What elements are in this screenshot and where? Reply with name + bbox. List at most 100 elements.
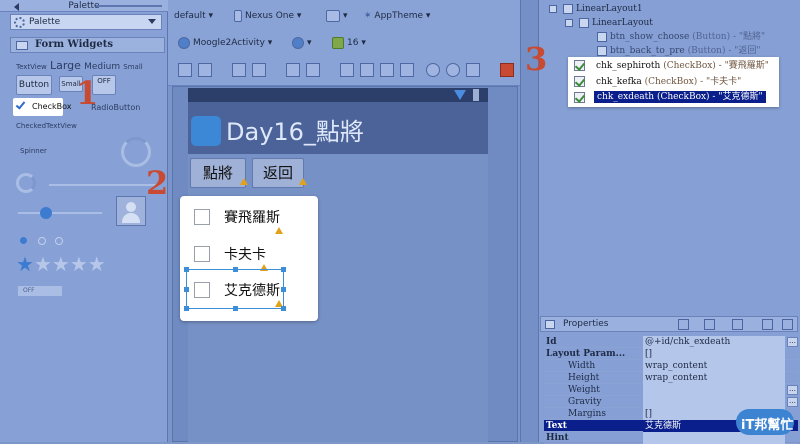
property-name: Width xyxy=(568,361,596,371)
ellipsis-button[interactable]: … xyxy=(787,385,798,395)
expand-all-icon[interactable] xyxy=(762,319,773,330)
resize-handle[interactable] xyxy=(184,267,189,272)
zoom-fit-icon[interactable] xyxy=(466,63,480,77)
palette-grip-icon[interactable] xyxy=(96,5,162,7)
warning-icon xyxy=(240,178,248,185)
resize-handle[interactable] xyxy=(281,267,286,272)
api-level-dropdown[interactable]: 16 ▾ xyxy=(332,36,366,50)
progress-large-icon[interactable] xyxy=(121,137,151,167)
palette-collapse-icon[interactable] xyxy=(14,3,19,11)
resize-handle[interactable] xyxy=(281,287,286,292)
back-button[interactable]: 返回 xyxy=(252,158,304,188)
resize-handle[interactable] xyxy=(184,306,189,311)
outline-item-chk-kefka[interactable]: chk_kefka (CheckBox) - "卡夫卡" xyxy=(596,76,741,88)
activity-dropdown[interactable]: Moogle2Activity ▾ xyxy=(178,36,272,50)
outline-item-chk-exdeath[interactable]: chk_exdeath (CheckBox) - "艾克德斯" xyxy=(594,91,766,103)
progress-small-icon[interactable] xyxy=(16,173,36,193)
radio-empty-icon[interactable] xyxy=(38,237,46,245)
theme-dropdown[interactable]: ✶ AppTheme ▾ xyxy=(364,9,430,23)
resize-handle[interactable] xyxy=(184,287,189,292)
outline-panel: LinearLayout1 LinearLayout btn_show_choo… xyxy=(525,0,800,312)
star-empty-icon: ★ xyxy=(87,252,106,276)
chevron-down-icon[interactable] xyxy=(148,19,156,24)
outline-item-btn-show-choose[interactable]: btn_show_choose (Button) - "點將" xyxy=(597,31,765,43)
distribute-icon[interactable] xyxy=(340,63,354,77)
android-icon xyxy=(332,36,344,49)
device-dropdown[interactable]: Nexus One ▾ xyxy=(234,9,301,23)
ratingbar[interactable]: ★★★★★ xyxy=(16,253,106,275)
sort-az-icon[interactable] xyxy=(704,319,715,330)
property-row-id[interactable]: Id @+id/chk_exdeath … xyxy=(544,336,798,348)
radio-empty-icon[interactable] xyxy=(55,237,63,245)
layout-vertical-icon[interactable] xyxy=(198,63,212,77)
advanced-icon[interactable] xyxy=(732,319,743,330)
checkbox-empty-icon[interactable] xyxy=(194,246,210,262)
config-dropdown[interactable]: default ▾ xyxy=(174,9,213,23)
annotation-number-3: 3 xyxy=(525,40,548,78)
tree-collapse-icon[interactable] xyxy=(565,19,573,27)
resize-handle[interactable] xyxy=(233,306,238,311)
progress-bar-horizontal[interactable] xyxy=(49,184,159,186)
properties-header: Properties xyxy=(540,316,798,332)
config-label: default xyxy=(174,11,206,21)
activity-icon xyxy=(178,36,190,49)
show-choose-button[interactable]: 點將 xyxy=(190,158,246,188)
gravity-icon[interactable] xyxy=(306,63,320,77)
button-icon xyxy=(597,31,607,42)
property-value[interactable]: wrap_content xyxy=(643,372,785,384)
palette-button[interactable]: Button xyxy=(16,75,52,95)
checkbox-empty-icon[interactable] xyxy=(194,209,210,225)
palette-dropdown[interactable]: Palette xyxy=(10,14,162,30)
property-row-weight[interactable]: Weight … xyxy=(544,384,798,396)
selection-outline[interactable] xyxy=(184,267,286,311)
seekbar-thumb-icon[interactable] xyxy=(40,207,52,219)
zoom-in-icon[interactable] xyxy=(446,63,460,77)
palette-checkbox-item[interactable]: CheckBox xyxy=(13,98,71,116)
zoom-out-icon[interactable] xyxy=(426,63,440,77)
resize-handle[interactable] xyxy=(233,267,238,272)
palette-gear-icon xyxy=(14,17,25,28)
fill-width-icon[interactable] xyxy=(232,63,246,77)
outline-item-linearlayout1[interactable]: LinearLayout1 xyxy=(563,3,643,15)
theme-label: AppTheme xyxy=(374,11,424,21)
palette-spinner[interactable]: Spinner xyxy=(20,147,47,155)
collapse-all-icon[interactable] xyxy=(782,319,793,330)
clear-weight-icon[interactable] xyxy=(400,63,414,77)
small-label[interactable]: Small xyxy=(123,63,142,71)
image-icon[interactable] xyxy=(380,63,394,77)
error-marker-icon[interactable] xyxy=(500,63,514,77)
property-name: Height xyxy=(568,373,600,383)
orientation-dropdown[interactable]: ▾ xyxy=(326,9,348,23)
fill-height-icon[interactable] xyxy=(252,63,266,77)
outline-item-chk-sephiroth[interactable]: chk_sephiroth (CheckBox) - "賽飛羅斯" xyxy=(596,60,769,72)
property-value[interactable]: @+id/chk_exdeath xyxy=(643,336,785,348)
palette-switch[interactable]: OFF xyxy=(18,286,62,296)
seekbar[interactable] xyxy=(18,207,102,219)
property-row-layout-params[interactable]: Layout Param... [] xyxy=(544,348,798,360)
property-row-height[interactable]: Height wrap_content xyxy=(544,372,798,384)
property-value[interactable]: wrap_content xyxy=(643,360,785,372)
textview-label[interactable]: TextView xyxy=(16,63,47,71)
status-bar xyxy=(188,88,488,102)
property-value[interactable]: [] xyxy=(643,348,785,360)
property-name: Margins xyxy=(568,409,606,419)
palette-radiobutton[interactable]: RadioButton xyxy=(91,103,140,112)
resize-handle[interactable] xyxy=(281,306,286,311)
radio-dot-icon[interactable] xyxy=(20,237,27,244)
property-value[interactable] xyxy=(643,384,785,396)
locale-dropdown[interactable]: ▾ xyxy=(292,36,312,50)
weight-icon[interactable] xyxy=(360,63,374,77)
layout-horizontal-icon[interactable] xyxy=(178,63,192,77)
large-label[interactable]: Large xyxy=(50,59,81,72)
ellipsis-button[interactable]: … xyxy=(787,337,798,347)
palette-checkedtextview[interactable]: CheckedTextView xyxy=(16,122,77,130)
margins-icon[interactable] xyxy=(286,63,300,77)
quickcontact-avatar[interactable] xyxy=(116,196,146,226)
form-widgets-header[interactable]: Form Widgets xyxy=(10,37,165,53)
outline-item-linearlayout[interactable]: LinearLayout xyxy=(579,17,653,29)
property-row-width[interactable]: Width wrap_content xyxy=(544,360,798,372)
outline-item-btn-back-to-pre[interactable]: btn_back_to_pre (Button) - "返回" xyxy=(597,45,761,57)
filter-icon[interactable] xyxy=(678,319,689,330)
medium-label[interactable]: Medium xyxy=(84,62,120,72)
tree-collapse-icon[interactable] xyxy=(549,5,557,13)
